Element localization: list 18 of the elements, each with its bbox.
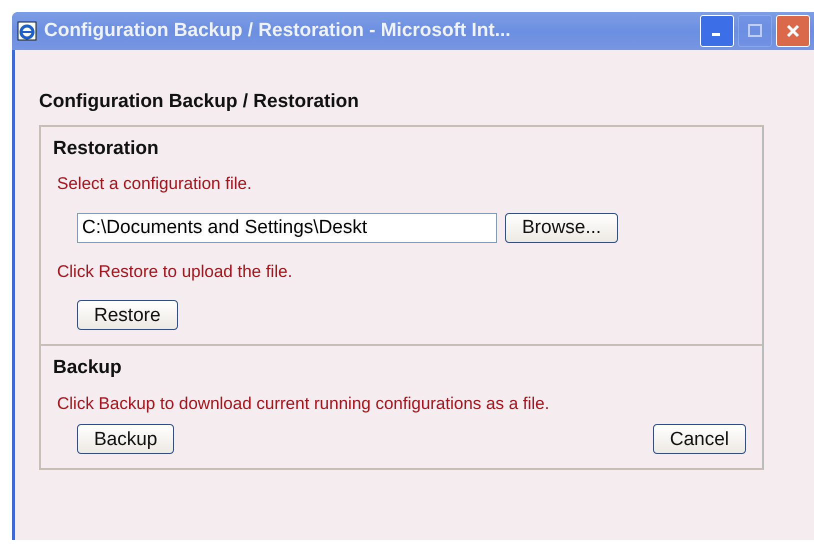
section-title: Backup <box>53 356 123 380</box>
file-path-field[interactable]: C:\Documents and Settings\Deskt <box>77 212 497 242</box>
backup-button[interactable]: Backup <box>77 424 174 454</box>
close-icon <box>786 24 800 38</box>
cancel-button[interactable]: Cancel <box>652 424 746 454</box>
browser-icon <box>16 20 38 42</box>
instruction-text: Click Restore to upload the file. <box>57 260 294 282</box>
close-button[interactable] <box>776 15 810 47</box>
section-title: Restoration <box>53 136 160 160</box>
browse-button[interactable]: Browse... <box>505 212 618 242</box>
maximize-icon <box>748 24 762 37</box>
window-title: Configuration Backup / Restoration - Microsoft Int... <box>44 18 512 43</box>
restore-button[interactable]: Restore <box>77 300 178 330</box>
minimize-button[interactable] <box>700 15 734 47</box>
minimize-icon <box>712 33 720 36</box>
instruction-text: Select a configuration file. <box>57 173 253 195</box>
instruction-text: Click Backup to download current running configurations as a file. <box>57 392 550 414</box>
page-heading: Configuration Backup / Restoration <box>39 90 360 114</box>
